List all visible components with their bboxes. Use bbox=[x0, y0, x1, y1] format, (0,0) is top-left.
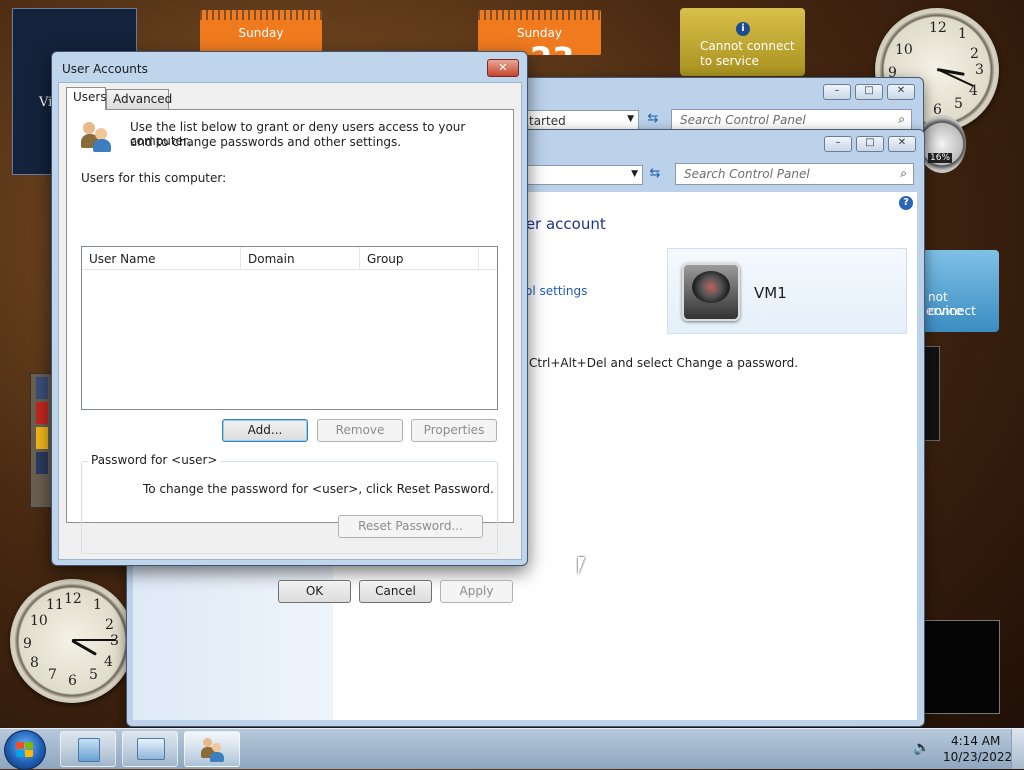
clock-hour-hand bbox=[71, 639, 97, 656]
settings-link[interactable]: ol settings bbox=[525, 284, 587, 298]
minimize-button[interactable]: – bbox=[824, 136, 852, 152]
taskbar: 🔈 4:14 AM 10/23/2022 bbox=[0, 728, 1024, 770]
dialog-client-area: Users Advanced Use the list below to gra… bbox=[58, 82, 522, 603]
search-input[interactable]: Search Control Panel ⌕ bbox=[675, 163, 914, 185]
column-header-user-name[interactable]: User Name bbox=[82, 247, 241, 269]
clock-date[interactable]: 10/23/2022 bbox=[943, 750, 1012, 764]
dialog-title: User Accounts bbox=[62, 62, 148, 76]
users-icon bbox=[201, 737, 227, 763]
volume-icon[interactable]: 🔈 bbox=[913, 740, 930, 756]
remove-button[interactable]: Remove bbox=[317, 419, 403, 442]
column-header-group[interactable]: Group bbox=[360, 247, 479, 269]
chevron-down-icon[interactable]: ▼ bbox=[631, 169, 638, 179]
ok-button[interactable]: OK bbox=[278, 580, 351, 603]
tab-advanced[interactable]: Advanced bbox=[106, 89, 172, 109]
start-button[interactable] bbox=[4, 730, 46, 770]
page-heading: ser account bbox=[518, 215, 606, 233]
clock-minute-hand bbox=[72, 639, 116, 641]
users-list[interactable]: User Name Domain Group bbox=[81, 246, 498, 410]
user-tile[interactable]: VM1 bbox=[667, 248, 907, 334]
info-icon: i bbox=[736, 22, 750, 36]
show-desktop-button[interactable] bbox=[1011, 729, 1024, 769]
address-bar[interactable]: tarted ▼ bbox=[525, 110, 639, 130]
cpu-percent: 16% bbox=[928, 153, 953, 163]
search-icon: ⌕ bbox=[900, 166, 907, 180]
weather-gadget: i Cannot connect to service bbox=[680, 8, 805, 76]
tab-users[interactable]: Users bbox=[66, 87, 107, 110]
password-group-label: Password for <user> bbox=[88, 453, 221, 467]
taskbar-item-control-panel[interactable] bbox=[122, 731, 178, 767]
clock-time[interactable]: 4:14 AM bbox=[951, 734, 1000, 748]
search-placeholder: Search Control Panel bbox=[684, 167, 810, 181]
maximize-button[interactable]: □ bbox=[855, 84, 883, 100]
weather-status: Cannot connect to service bbox=[700, 39, 795, 68]
calendar-day-label: Sunday bbox=[517, 26, 562, 40]
calendar-date: 23 bbox=[530, 43, 575, 55]
control-panel-icon bbox=[137, 738, 165, 760]
users-icon bbox=[81, 120, 115, 152]
search-placeholder: Search Control Panel bbox=[680, 113, 806, 127]
user-name: VM1 bbox=[754, 284, 787, 302]
minimize-button[interactable]: – bbox=[823, 84, 851, 100]
apply-button[interactable]: Apply bbox=[440, 580, 513, 603]
calendar-day-label: Sunday bbox=[238, 26, 284, 40]
cancel-button[interactable]: Cancel bbox=[359, 580, 432, 603]
list-header: User Name Domain Group bbox=[82, 247, 497, 270]
windows-logo-icon bbox=[16, 742, 34, 758]
address-bar[interactable]: ▼ bbox=[523, 165, 643, 185]
column-header-domain[interactable]: Domain bbox=[241, 247, 360, 269]
mouse-cursor-icon bbox=[578, 557, 585, 575]
address-text: tarted bbox=[529, 114, 566, 128]
refresh-icon[interactable]: ⇆ bbox=[645, 166, 665, 184]
refresh-icon[interactable]: ⇆ bbox=[643, 111, 663, 129]
close-button[interactable]: ✕ bbox=[887, 84, 915, 100]
users-for-computer-label: Users for this computer: bbox=[81, 171, 227, 185]
search-icon: ⌕ bbox=[898, 112, 905, 126]
intro-text-line2: and to change passwords and other settin… bbox=[130, 135, 402, 149]
calendar-gadget-2: Sunday 23 bbox=[478, 10, 601, 55]
dark-gadget-bottom-right bbox=[922, 620, 1000, 714]
taskbar-item-explorer[interactable] bbox=[60, 731, 116, 767]
taskbar-item-user-accounts[interactable] bbox=[184, 731, 240, 767]
folder-icon bbox=[78, 738, 100, 762]
maximize-button[interactable]: □ bbox=[856, 136, 884, 152]
search-input[interactable]: Search Control Panel ⌕ bbox=[671, 109, 912, 131]
properties-button[interactable]: Properties bbox=[411, 419, 497, 442]
weather-gadget-side: not connect ervice bbox=[922, 250, 999, 332]
cpu-meter-gadget: 16% bbox=[918, 115, 966, 173]
password-group: Password for <user> To change the passwo… bbox=[81, 453, 498, 554]
turntable-avatar-icon bbox=[682, 263, 740, 321]
ctrl-alt-del-text: Ctrl+Alt+Del and select Change a passwor… bbox=[529, 356, 799, 370]
password-instructions: To change the password for <user>, click… bbox=[143, 482, 494, 496]
help-icon[interactable]: ? bbox=[899, 196, 913, 210]
close-button[interactable]: ✕ bbox=[487, 59, 519, 77]
close-button[interactable]: ✕ bbox=[888, 136, 916, 152]
chevron-down-icon[interactable]: ▼ bbox=[627, 114, 634, 124]
add-button[interactable]: Add... bbox=[222, 419, 308, 442]
user-accounts-dialog[interactable]: User Accounts ✕ Users Advanced Use the l… bbox=[51, 51, 528, 603]
clock-gadget-bottom: 12 1 2 3 4 5 6 7 8 9 10 11 bbox=[10, 579, 134, 703]
weather-side-text-2: ervice bbox=[926, 304, 963, 318]
reset-password-button[interactable]: Reset Password... bbox=[338, 515, 483, 538]
calendar-gadget-1: Sunday bbox=[200, 10, 322, 55]
